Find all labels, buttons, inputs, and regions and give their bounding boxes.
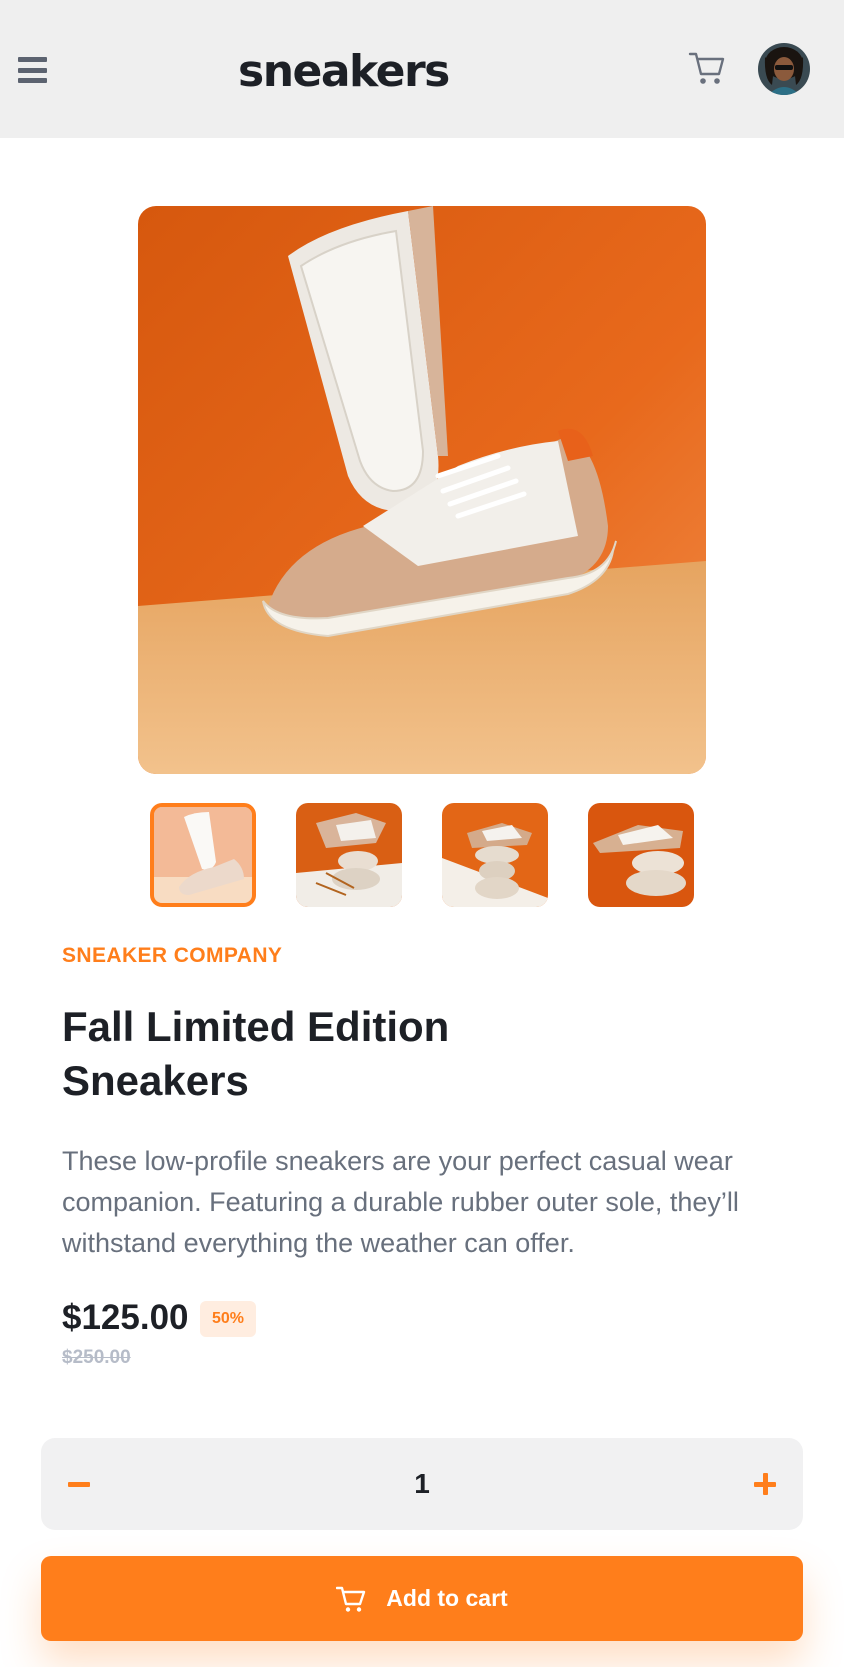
current-price: $125.00: [62, 1298, 189, 1337]
thumbnail-4[interactable]: [588, 803, 694, 907]
hamburger-menu-icon[interactable]: [18, 55, 48, 85]
add-to-cart-label: Add to cart: [386, 1585, 508, 1611]
company-name: SNEAKER COMPANY: [62, 944, 283, 967]
original-price: $250.00: [62, 1347, 131, 1368]
thumbnail-1[interactable]: [150, 803, 256, 907]
cart-icon[interactable]: [688, 50, 726, 86]
header: sneakers: [0, 0, 844, 138]
product-main-image[interactable]: [138, 206, 706, 774]
product-description: These low-profile sneakers are your perf…: [62, 1146, 739, 1258]
user-avatar[interactable]: [758, 43, 810, 95]
plus-icon[interactable]: [745, 1464, 785, 1504]
thumbnail-list: [150, 803, 694, 907]
discount-badge: 50%: [200, 1301, 256, 1337]
cart-icon: [336, 1586, 366, 1612]
brand-logo[interactable]: sneakers: [238, 44, 450, 100]
quantity-value: 1: [414, 1468, 430, 1499]
thumbnail-3[interactable]: [442, 803, 548, 907]
thumbnail-2[interactable]: [296, 803, 402, 907]
minus-icon[interactable]: [59, 1464, 99, 1504]
quantity-stepper: 1: [41, 1438, 803, 1530]
product-title: Fall Limited Edition Sneakers: [62, 1003, 450, 1104]
add-to-cart-button[interactable]: Add to cart: [41, 1556, 803, 1641]
